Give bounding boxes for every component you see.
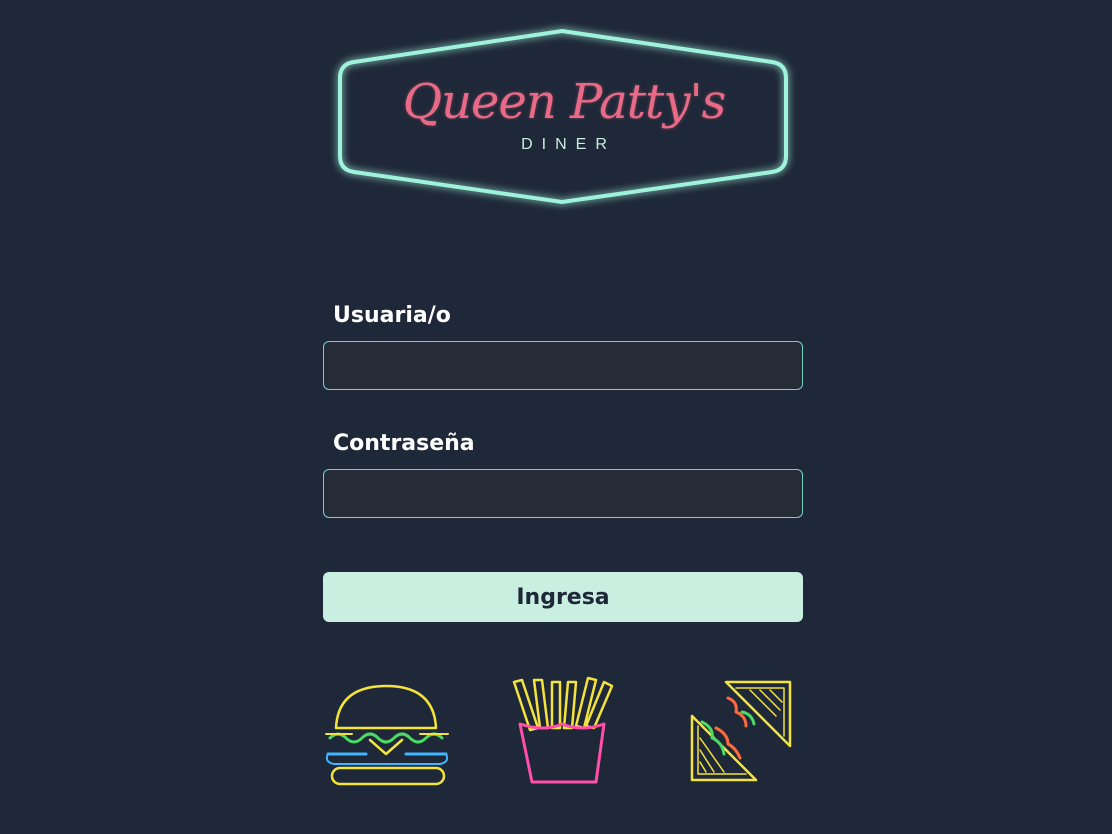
password-input[interactable] [323, 469, 803, 518]
login-page: Queen Patty's DINER Usuaria/o Contraseña… [0, 0, 1112, 834]
login-form: Usuaria/o Contraseña [323, 300, 803, 518]
logo-subtitle: DINER [521, 136, 616, 153]
login-button[interactable]: Ingresa [323, 572, 803, 622]
burger-icon [322, 672, 452, 792]
username-input[interactable] [323, 341, 803, 390]
username-field-group: Usuaria/o [323, 300, 803, 390]
fries-icon [504, 672, 634, 792]
logo-wordmark: Queen Patty's [402, 74, 727, 130]
password-field-group: Contraseña [323, 428, 803, 518]
username-label: Usuaria/o [333, 303, 451, 328]
password-label: Contraseña [333, 431, 475, 456]
sandwich-icon [680, 672, 810, 792]
logo-sign: Queen Patty's DINER [330, 22, 798, 212]
